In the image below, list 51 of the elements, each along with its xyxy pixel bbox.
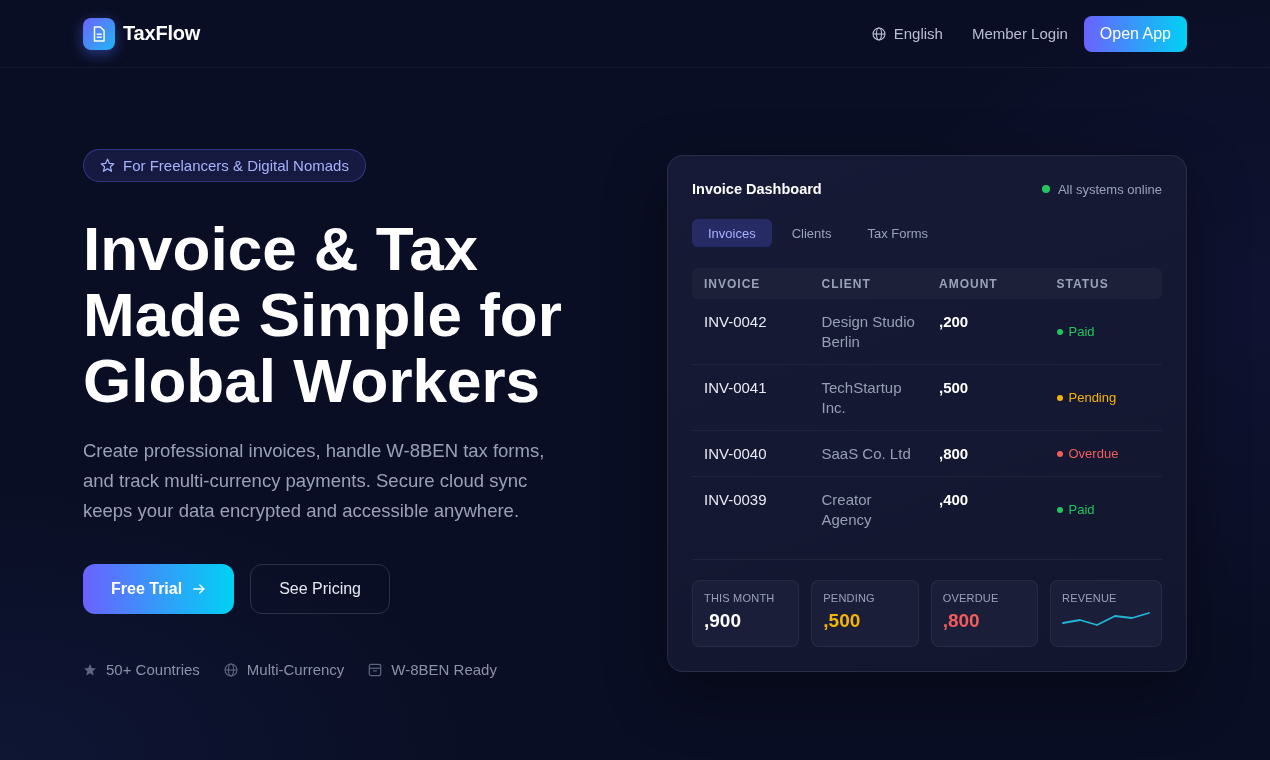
- invoice-id: INV-0039: [703, 490, 768, 510]
- arrow-right-icon: [192, 582, 207, 596]
- client-name: Creator Agency: [820, 490, 873, 530]
- hero-title: Invoice & Tax Made Simple for Global Workers: [83, 216, 563, 414]
- pricing-button[interactable]: See Pricing: [250, 564, 390, 614]
- card-title: Invoice Dashboard: [692, 181, 822, 197]
- stat-value: ,500: [823, 610, 862, 632]
- feature-label: W-8BEN Ready: [391, 661, 497, 678]
- column-header: STATUS: [1055, 276, 1110, 291]
- language-link[interactable]: English: [871, 25, 943, 42]
- free-trial-button[interactable]: Free Trial: [83, 564, 235, 614]
- globe-icon: [223, 662, 238, 677]
- star-icon: [100, 158, 115, 173]
- document-icon: [83, 17, 115, 50]
- stat-value: ,800: [942, 610, 981, 632]
- feature-label: 50+ Countries: [106, 661, 200, 678]
- box-icon: [368, 662, 383, 677]
- status-label: Paid: [1068, 501, 1095, 519]
- status-label: Pending: [1068, 389, 1117, 407]
- feature-label: Multi-Currency: [246, 661, 345, 678]
- login-link[interactable]: Member Login: [971, 25, 1068, 42]
- client-name: SaaS Co. Ltd: [820, 444, 912, 464]
- globe-icon: [871, 26, 886, 41]
- column-header: AMOUNT: [938, 276, 999, 291]
- stat-label: OVERDUE: [942, 592, 1000, 604]
- tab[interactable]: Invoices: [692, 219, 772, 247]
- invoice-amount: ,500: [938, 378, 970, 398]
- status-label: Paid: [1068, 323, 1095, 341]
- invoice-amount: ,800: [938, 444, 970, 464]
- tab[interactable]: Tax Forms: [851, 219, 945, 247]
- stat-label: THIS MONTH: [704, 592, 776, 604]
- hero-description: Create professional invoices, handle W-8BEN tax forms, and track multi-currency payments. Secure cloud sync keeps your data encrypted and accessible anywhere.: [83, 439, 546, 523]
- tab[interactable]: Clients: [775, 219, 848, 247]
- invoice-id: INV-0040: [703, 444, 768, 464]
- star-icon: [83, 662, 97, 677]
- column-header: CLIENT: [820, 276, 872, 291]
- brand-name: TaxFlow: [123, 22, 201, 45]
- invoice-id: INV-0042: [703, 312, 768, 332]
- badge-label: For Freelancers & Digital Nomads: [123, 157, 349, 174]
- invoice-amount: ,200: [938, 312, 970, 332]
- invoice-amount: ,400: [938, 490, 970, 510]
- stat-label: REVENUE: [1062, 592, 1118, 604]
- status-label: Overdue: [1068, 445, 1119, 463]
- client-name: TechStartup Inc.: [820, 378, 903, 418]
- column-header: INVOICE: [703, 276, 762, 291]
- status-dot-icon: [1041, 185, 1050, 193]
- invoice-id: INV-0041: [703, 378, 768, 398]
- status-text: All systems online: [1057, 181, 1162, 197]
- stat-label: PENDING: [823, 592, 876, 604]
- stat-value: ,900: [704, 610, 742, 632]
- client-name: Design Studio Berlin: [820, 312, 916, 352]
